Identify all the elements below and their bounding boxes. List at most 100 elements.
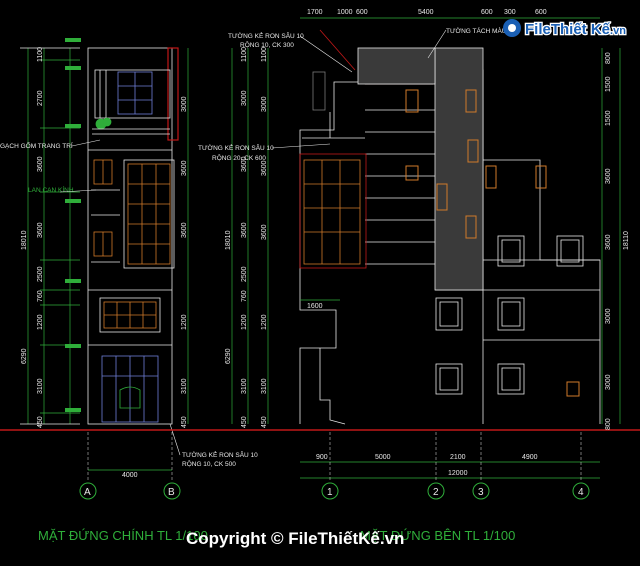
elevation-drawing: 18010 6290 1100 2700 3600 3600 2500 760 …	[0, 9, 640, 548]
dim-left-seg-8: 450	[37, 416, 44, 428]
side-dim-inner-8: 450	[261, 416, 268, 428]
dim-left-seg-0: 1100	[37, 47, 44, 62]
side-dim-inner-6: 1200	[261, 314, 268, 330]
svg-text:4: 4	[578, 487, 584, 498]
dim-left-total: 18010	[21, 230, 28, 250]
logo-part-2: Thiết Kế	[551, 21, 611, 38]
dim-top-4: 600	[481, 9, 493, 16]
front-level-markers	[65, 38, 81, 412]
stair-shaft	[312, 71, 326, 111]
front-axis-a: A	[79, 482, 97, 500]
side-axis-1: 1	[321, 432, 339, 500]
side-dim-right-seg-0: 800	[605, 52, 612, 64]
logo-part-3: .vn	[610, 25, 626, 37]
front-dim-left-texts: 18010 6290 1100 2700 3600 3600 2500 760 …	[21, 47, 188, 428]
dim-right-seg-3: 1200	[181, 314, 188, 330]
side-dim-right-seg-5: 3000	[605, 308, 612, 324]
side-dim-inner-3: 3600	[261, 224, 268, 240]
dim-top-5: 300	[504, 9, 516, 16]
side-axis-3: 3	[472, 432, 490, 500]
dim-left-seg-3: 3600	[37, 222, 44, 238]
side-dim-left-seg-3: 3600	[241, 222, 248, 238]
side-dim-inner-0: 1100	[261, 47, 268, 62]
front-axis-b: B	[163, 482, 181, 500]
side-dim-left-seg-5: 760	[241, 290, 248, 302]
side-dim-inner-7: 3100	[261, 378, 268, 394]
side-dim-right-total: 18110	[623, 231, 630, 250]
dim-left-seg-6: 1200	[37, 314, 44, 330]
dim-right-seg-4: 3100	[181, 378, 188, 394]
dim-top-0: 1700	[307, 9, 323, 16]
cad-drawing-canvas: 18010 6290 1100 2700 3600 3600 2500 760 …	[0, 0, 640, 566]
dim-right-seg-2: 3600	[181, 222, 188, 238]
svg-text:FileThiết Kế.vn: FileThiết Kế.vn	[525, 21, 626, 38]
side-dim-bottom-0: 900	[316, 454, 328, 461]
side-dim-bottom-1: 5000	[375, 454, 391, 461]
side-dim-left-seg-8: 450	[241, 416, 248, 428]
dim-top-1: 1000	[337, 9, 353, 16]
side-dim-right-seg-3: 3600	[605, 168, 612, 184]
note-glass: LAN CAN KÍNH	[28, 185, 74, 194]
red-column-top	[167, 47, 179, 141]
dim-left-seg-7: 3100	[37, 378, 44, 394]
note-groove-bottom-2: RỘNG 10, CK 500	[182, 459, 236, 468]
side-elevation	[299, 29, 601, 425]
note-groove-bottom-1: TƯỜNG KẺ RON SÂU 10	[182, 450, 258, 459]
dim-left-seg-4: 2500	[37, 266, 44, 282]
side-dim-mid: 1600	[307, 303, 323, 310]
side-dim-left-seg-7: 3100	[241, 378, 248, 394]
side-small-windows	[405, 89, 580, 397]
side-dim-left-total: 18010	[225, 230, 232, 250]
dim-right-seg-5: 450	[181, 416, 188, 428]
note-groove-top-1: TƯỜNG KẺ RON SÂU 10	[228, 31, 304, 40]
side-dim-inner-2: 3600	[261, 160, 268, 176]
dim-top-6: 600	[535, 9, 547, 16]
side-axis-2: 2	[427, 432, 445, 500]
dim-right-seg-0: 3000	[181, 96, 188, 112]
dim-left-seg-2: 3600	[37, 156, 44, 172]
copyright-watermark: Copyright © FileThiếtKế.vn	[186, 529, 404, 548]
stone-wall	[434, 47, 484, 291]
side-dim-right-seg-4: 3600	[605, 234, 612, 250]
side-dim-bottom-2: 2100	[450, 454, 466, 461]
side-dim-right-seg-7: 800	[605, 418, 612, 430]
side-dim-left-seg-6: 1200	[241, 314, 248, 330]
svg-text:2: 2	[433, 487, 439, 498]
front-elevation	[87, 47, 179, 425]
dim-right-seg-1: 3600	[181, 160, 188, 176]
side-axis-4: 4	[572, 432, 590, 500]
front-caption: MẶT ĐỨNG CHÍNH TL 1/100	[38, 528, 208, 543]
dim-left-group: 6290	[21, 348, 28, 364]
dim-left-seg-5: 760	[37, 290, 44, 302]
side-dim-left-seg-0: 1100	[241, 47, 248, 62]
big-window-side	[303, 159, 361, 265]
svg-text:1: 1	[327, 487, 333, 498]
side-dim-bottom-total: 12000	[448, 470, 468, 477]
side-dim-right-seg-6: 3000	[605, 374, 612, 390]
side-dim-inner-1: 3000	[261, 96, 268, 112]
side-dim-left-seg-4: 2500	[241, 266, 248, 282]
side-dim-left-group: 6290	[225, 348, 232, 364]
site-logo: FileThiết Kế.vn	[503, 19, 627, 39]
front-dim-width: 4000	[122, 472, 138, 479]
front-dim-bottom: 4000	[87, 432, 173, 480]
front-dim-left	[20, 47, 189, 425]
svg-text:3: 3	[478, 487, 484, 498]
svg-text:A: A	[84, 487, 91, 498]
note-wall: TƯỜNG TÁCH MÀU	[446, 26, 507, 35]
side-dim-bottom-3: 4900	[522, 454, 538, 461]
note-groove-mid-1: TƯỜNG KẺ RON SÂU 10	[198, 143, 274, 152]
side-dim-left-seg-1: 3000	[241, 90, 248, 106]
note-groove-mid-2: RỘNG 20, CK 600	[212, 153, 266, 162]
logo-part-1: File	[525, 21, 551, 38]
dim-top-2: 600	[356, 9, 368, 16]
side-dim-right-seg-2: 1500	[605, 110, 612, 126]
dim-top-3: 5400	[418, 9, 434, 16]
side-dims	[231, 17, 621, 479]
side-dim-right-seg-1: 1500	[605, 76, 612, 92]
dim-left-seg-1: 2700	[37, 90, 44, 106]
note-tile: GẠCH GỐM TRANG TRÍ	[0, 140, 73, 150]
big-window-front	[127, 163, 171, 265]
svg-text:B: B	[168, 487, 175, 498]
note-groove-top-2: RỘNG 10, CK 300	[240, 40, 294, 49]
